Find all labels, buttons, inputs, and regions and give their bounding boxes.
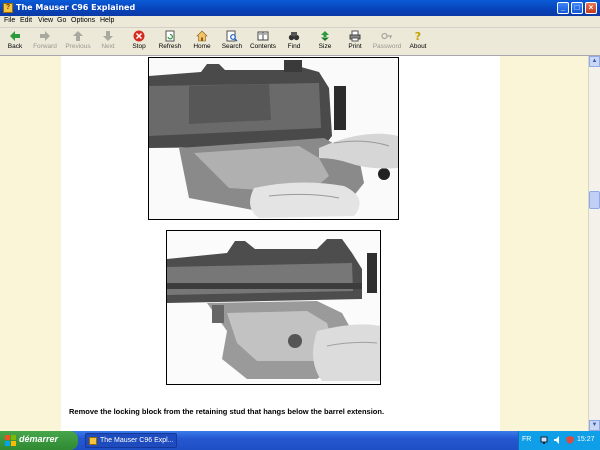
start-button[interactable]: démarrer — [0, 431, 78, 450]
menu-file[interactable]: File — [4, 17, 15, 24]
back-arrow-icon — [10, 31, 20, 41]
scroll-thumb[interactable] — [589, 191, 600, 209]
content-area: Remove the locking block from the retain… — [0, 56, 588, 431]
taskbar-window-button[interactable]: The Mauser C96 Expl... — [85, 433, 177, 448]
home-button[interactable]: Home — [192, 30, 212, 54]
volume-icon[interactable] — [553, 435, 563, 445]
maximize-button[interactable]: □ — [571, 2, 583, 14]
key-icon — [381, 32, 392, 40]
close-button[interactable]: × — [585, 2, 597, 14]
up-arrow-icon — [73, 31, 83, 41]
page-column: Remove the locking block from the retain… — [61, 56, 500, 431]
stop-icon — [133, 30, 145, 42]
previous-button[interactable]: Previous — [64, 30, 92, 54]
back-button[interactable]: Back — [5, 30, 25, 54]
windows-flag-icon — [5, 435, 16, 446]
toolbar: Back Forward Previous Next Stop Refresh … — [0, 28, 600, 56]
taskbar-window-label: The Mauser C96 Expl... — [100, 437, 174, 444]
search-icon — [226, 30, 238, 42]
find-button[interactable]: Find — [286, 30, 302, 54]
search-button[interactable]: Search — [221, 30, 243, 54]
window-title: The Mauser C96 Explained — [16, 3, 136, 12]
menu-view[interactable]: View — [38, 17, 53, 24]
svg-text:?: ? — [415, 30, 421, 42]
menu-bar: File Edit View Go Options Help — [0, 16, 600, 28]
shield-icon[interactable] — [565, 435, 575, 445]
menu-edit[interactable]: Edit — [20, 17, 32, 24]
menu-options[interactable]: Options — [71, 17, 95, 24]
pistol-photo-top-image — [149, 58, 398, 219]
size-icon — [321, 31, 329, 41]
app-icon: ? — [3, 3, 13, 13]
size-button[interactable]: Size — [317, 30, 333, 54]
refresh-button[interactable]: Refresh — [157, 30, 183, 54]
menu-go[interactable]: Go — [57, 17, 66, 24]
refresh-icon — [165, 30, 175, 42]
about-button[interactable]: ? About — [409, 30, 427, 54]
pistol-photo-top — [148, 57, 399, 220]
binoculars-icon — [288, 32, 300, 41]
pistol-photo-bottom — [166, 230, 381, 385]
minimize-button[interactable]: _ — [557, 2, 569, 14]
stop-button[interactable]: Stop — [129, 30, 149, 54]
print-button[interactable]: Print — [347, 30, 363, 54]
printer-icon — [349, 30, 361, 42]
clock[interactable]: 15:27 — [577, 436, 595, 443]
help-file-icon — [89, 437, 97, 445]
scroll-down-arrow-icon[interactable]: ▼ — [589, 420, 600, 431]
home-icon — [196, 30, 208, 42]
about-icon: ? — [415, 30, 421, 42]
contents-button[interactable]: Contents — [249, 30, 277, 54]
contents-icon — [257, 31, 269, 41]
forward-arrow-icon — [40, 31, 50, 41]
vertical-scrollbar[interactable]: ▲ ▼ — [588, 56, 600, 431]
taskbar: démarrer The Mauser C96 Expl... 15:27 — [0, 431, 600, 450]
language-indicator[interactable]: FR — [522, 436, 531, 443]
forward-button[interactable]: Forward — [32, 30, 58, 54]
start-label: démarrer — [19, 434, 59, 444]
pistol-photo-bottom-image — [167, 231, 380, 384]
password-button[interactable]: Password — [372, 30, 402, 54]
menu-help[interactable]: Help — [100, 17, 114, 24]
photo-caption: Remove the locking block from the retain… — [69, 407, 385, 416]
next-button[interactable]: Next — [99, 30, 117, 54]
scroll-up-arrow-icon[interactable]: ▲ — [589, 56, 600, 67]
network-icon[interactable] — [540, 435, 550, 445]
title-bar[interactable]: ? The Mauser C96 Explained _ □ × — [0, 0, 600, 16]
down-arrow-icon — [103, 31, 113, 41]
